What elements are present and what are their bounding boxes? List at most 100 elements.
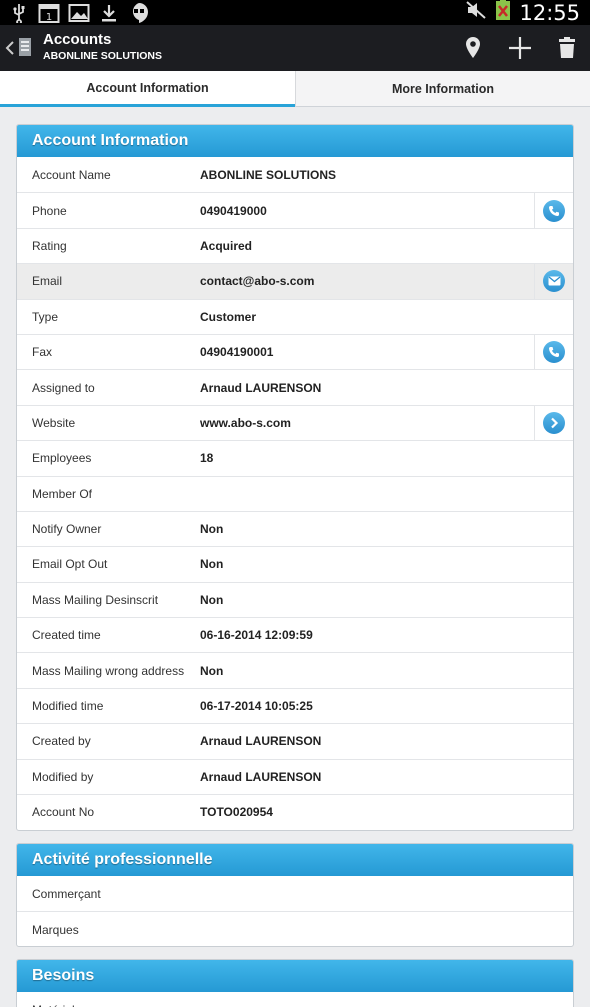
field-value: Non — [200, 592, 224, 607]
field-row-account-no[interactable]: Account No TOTO020954 — [17, 794, 573, 829]
field-label: Email Opt Out — [32, 557, 108, 572]
field-row-email-opt-out[interactable]: Email Opt Out Non — [17, 546, 573, 581]
clock: 12:55 — [519, 0, 580, 25]
field-label: Email — [32, 274, 63, 289]
field-row-mass-mailing-wrong-address[interactable]: Mass Mailing wrong address Non — [17, 652, 573, 687]
action-bar: Accounts ABONLINE SOLUTIONS — [0, 25, 590, 71]
tab-more-information[interactable]: More Information — [295, 71, 590, 107]
field-row-member-of[interactable]: Member Of — [17, 475, 573, 511]
field-label: Notify Owner — [32, 522, 102, 537]
calendar-day: 1 — [46, 12, 52, 23]
arrow-right-action-button[interactable] — [534, 405, 573, 441]
field-value: Non — [200, 522, 224, 537]
activite-panel: Activité professionnelle Commerçant Marqu… — [16, 843, 574, 947]
account-information-panel: Account Information Account Name ABONLINE… — [16, 124, 574, 831]
field-row-website[interactable]: Website www.abo-s.com — [17, 404, 573, 441]
field-row-mat-riel[interactable]: Matériel — [17, 992, 573, 1007]
field-row-notify-owner[interactable]: Notify Owner Non — [17, 510, 573, 546]
screen-subtitle: ABONLINE SOLUTIONS — [43, 50, 163, 62]
location-button[interactable] — [449, 25, 496, 71]
phone-action-button[interactable] — [534, 193, 573, 228]
arrow-right-icon — [543, 411, 565, 434]
app-icon[interactable] — [18, 37, 32, 57]
calendar-icon: 1 — [38, 2, 60, 24]
field-value: TOTO020954 — [200, 805, 273, 820]
field-row-marques[interactable]: Marques — [17, 911, 573, 946]
besoins-panel: Besoins Matériel — [16, 959, 574, 1007]
field-row-modified-time[interactable]: Modified time 06-17-2014 10:05:25 — [17, 687, 573, 723]
screen-title: Accounts — [43, 31, 112, 48]
field-row-created-time[interactable]: Created time 06-16-2014 12:09:59 — [17, 617, 573, 652]
field-value: Arnaud LAURENSON — [200, 769, 322, 784]
tab-account-information[interactable]: Account Information — [0, 71, 295, 107]
phone-icon — [543, 199, 565, 222]
delete-icon — [558, 37, 575, 58]
field-row-type[interactable]: Type Customer — [17, 298, 573, 334]
field-label: Account No — [32, 805, 95, 820]
field-value: Arnaud LAURENSON — [200, 734, 322, 749]
field-row-modified-by[interactable]: Modified by Arnaud LAURENSON — [17, 758, 573, 794]
detail-content[interactable]: Account Information Account Name ABONLINE… — [0, 107, 590, 1007]
field-value: Non — [200, 557, 224, 572]
field-label: Fax — [32, 345, 53, 360]
field-label: Employees — [32, 451, 92, 466]
field-row-email[interactable]: Email contact@abo-s.com — [17, 263, 573, 299]
field-value: 0490419000 — [200, 203, 267, 218]
field-label: Marques — [32, 922, 79, 937]
field-label: Account Name — [32, 167, 111, 182]
battery-icon — [495, 0, 511, 26]
mute-icon — [465, 0, 487, 25]
field-label: Website — [32, 415, 76, 430]
field-row-mass-mailing-desinscrit[interactable]: Mass Mailing Desinscrit Non — [17, 581, 573, 617]
field-row-account-name[interactable]: Account Name ABONLINE SOLUTIONS — [17, 157, 573, 192]
field-label: Mass Mailing wrong address — [32, 663, 185, 678]
field-value: 06-17-2014 10:05:25 — [200, 699, 313, 714]
field-label: Matériel — [17, 1003, 200, 1007]
field-row-fax[interactable]: Fax 04904190001 — [17, 333, 573, 370]
field-row-commer-ant[interactable]: Commerçant — [17, 876, 573, 911]
section-title: Activité professionnelle — [17, 844, 573, 876]
field-value: ABONLINE SOLUTIONS — [200, 167, 337, 182]
email-action-button[interactable] — [534, 264, 573, 299]
delete-button[interactable] — [543, 25, 590, 71]
field-value: 04904190001 — [200, 345, 274, 360]
field-value: www.abo-s.com — [200, 415, 291, 430]
field-value: Acquired — [200, 238, 253, 253]
field-label: Created time — [32, 628, 101, 643]
field-row-phone[interactable]: Phone 0490419000 — [17, 192, 573, 228]
field-value: Arnaud LAURENSON — [200, 380, 322, 395]
field-value: 06-16-2014 12:09:59 — [200, 628, 313, 643]
location-icon — [465, 37, 480, 58]
phone-icon — [543, 341, 565, 364]
field-label: Rating — [32, 238, 67, 253]
action-bar-titles: Accounts ABONLINE SOLUTIONS — [43, 31, 162, 62]
phone-action-button[interactable] — [534, 334, 573, 370]
field-value: Non — [200, 663, 224, 678]
tab-bar: Account Information More Information — [0, 71, 590, 107]
download-icon — [98, 2, 120, 24]
field-label: Member Of — [32, 486, 93, 501]
field-label: Modified time — [32, 699, 104, 714]
field-row-assigned-to[interactable]: Assigned to Arnaud LAURENSON — [17, 369, 573, 404]
field-value: contact@abo-s.com — [200, 274, 315, 289]
section-title: Account Information — [17, 125, 573, 157]
field-label: Assigned to — [32, 380, 95, 395]
gallery-icon — [68, 2, 90, 24]
field-row-rating[interactable]: Rating Acquired — [17, 227, 573, 263]
usb-icon — [8, 2, 30, 24]
section-title: Besoins — [17, 960, 573, 992]
back-icon[interactable] — [4, 39, 16, 57]
email-icon — [543, 270, 565, 293]
add-icon — [508, 37, 531, 59]
field-label: Type — [32, 309, 59, 324]
hangouts-icon — [128, 2, 150, 24]
field-label: Mass Mailing Desinscrit — [32, 592, 159, 607]
add-button[interactable] — [496, 25, 543, 71]
field-value: Customer — [200, 309, 257, 324]
field-label: Phone — [32, 203, 67, 218]
field-label: Created by — [32, 734, 91, 749]
field-row-employees[interactable]: Employees 18 — [17, 440, 573, 475]
field-label: Modified by — [32, 769, 94, 784]
field-row-created-by[interactable]: Created by Arnaud LAURENSON — [17, 723, 573, 758]
status-bar: 1 12:55 — [0, 0, 590, 25]
